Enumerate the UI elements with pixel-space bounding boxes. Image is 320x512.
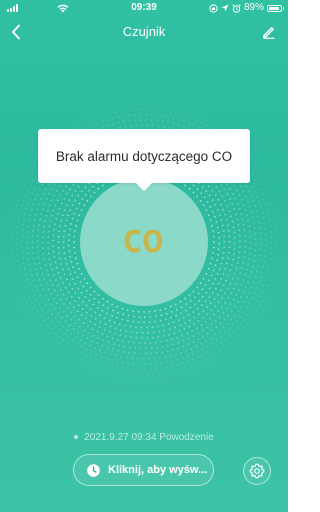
bullet-dot <box>74 435 79 439</box>
battery-fill <box>269 6 279 10</box>
battery-icon <box>267 4 284 12</box>
location-icon <box>221 4 229 12</box>
gear-icon <box>249 463 265 479</box>
battery-percent: 89% <box>243 2 264 13</box>
nav-bar: Czujnik <box>0 20 288 44</box>
view-history-label: Kliknij, aby wyśw... <box>108 464 208 476</box>
alarm-status-text: Brak alarmu dotyczącego CO <box>55 148 233 164</box>
history-entry: 2021.9.27 09:34 Powodzenie <box>0 430 288 444</box>
co-status-circle[interactable]: CO <box>80 178 208 306</box>
pencil-icon <box>262 27 275 39</box>
page-title: Czujnik <box>122 24 166 39</box>
alarm-icon <box>232 3 241 13</box>
clock-icon <box>86 463 100 477</box>
status-right-icons: 89% <box>209 0 284 16</box>
view-history-button[interactable]: Kliknij, aby wyśw... <box>73 454 214 486</box>
status-bar: 09:39 89% <box>0 0 288 16</box>
alarm-status-tooltip: Brak alarmu dotyczącego CO <box>38 129 250 191</box>
edit-button[interactable] <box>260 23 278 41</box>
co-label: CO <box>123 224 165 260</box>
settings-button[interactable] <box>243 457 271 485</box>
sensor-screen: 09:39 89% Czujnik CO Brak alarmu dotyczą… <box>0 0 288 512</box>
history-entry-text: 2021.9.27 09:34 Powodzenie <box>84 431 214 443</box>
rotation-lock-icon <box>209 3 218 13</box>
